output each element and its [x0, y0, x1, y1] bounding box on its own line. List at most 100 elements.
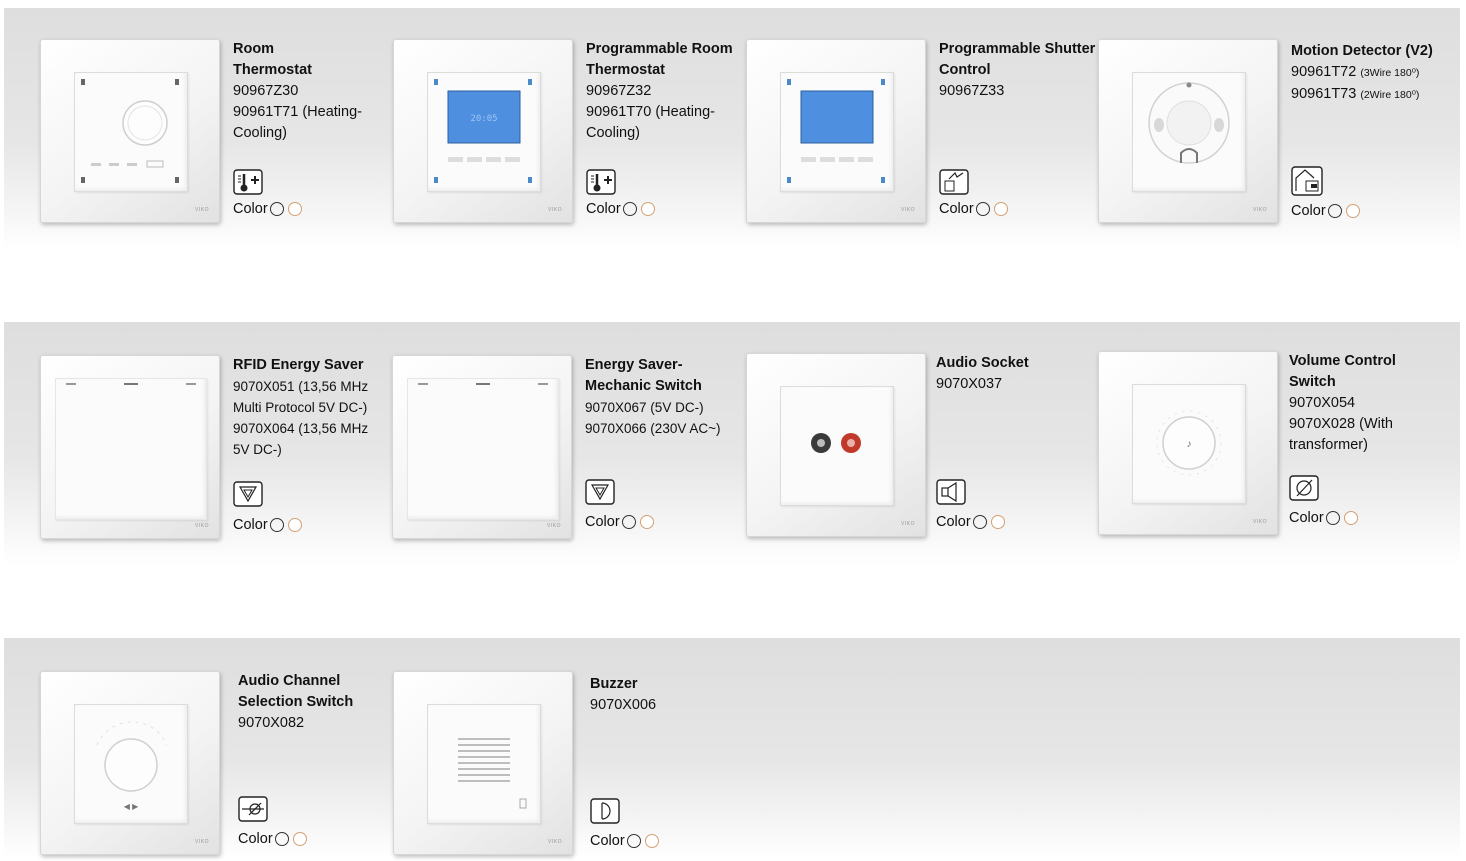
product-programmable-room-thermostat[interactable]: 20:05 VIKO Programmable Room Thermostat …	[393, 39, 743, 229]
buzzer-plate	[427, 704, 541, 824]
color-swatch-cream[interactable]	[990, 515, 1005, 529]
volume-control-icon	[1289, 475, 1319, 501]
product-energy-saver-mechanic-switch[interactable]: VIKO Energy Saver-Mechanic Switch 9070X0…	[392, 355, 742, 545]
color-options: Color	[233, 201, 302, 217]
color-label: Color	[590, 833, 625, 849]
brand-mark: VIKO	[547, 523, 561, 529]
product-image: VIKO	[40, 39, 220, 223]
color-swatch-white[interactable]	[269, 202, 284, 216]
brand-mark: VIKO	[548, 839, 562, 845]
product-audio-channel-selection-switch[interactable]: ◀ ▶ VIKO Audio Channel Selection Switch …	[40, 671, 390, 861]
color-swatch-cream[interactable]	[1343, 511, 1358, 525]
color-options: Color	[238, 831, 307, 847]
color-swatch-white[interactable]	[975, 202, 990, 216]
product-info: Room Thermostat 90967Z30 90961T71 (Heati…	[233, 39, 393, 144]
product-info: Volume Control Switch 9070X054 9070X028 …	[1289, 351, 1449, 456]
product-code-line: 90961T72 (3Wire 180⁰)	[1291, 62, 1461, 84]
color-swatch-white[interactable]	[622, 202, 637, 216]
volume-plate: ♪	[1132, 384, 1246, 504]
color-options: Color	[233, 517, 302, 533]
card-slot-icon	[585, 479, 615, 505]
color-swatch-white[interactable]	[274, 832, 289, 846]
product-title: Buzzer	[590, 676, 638, 692]
color-swatch-white[interactable]	[972, 515, 987, 529]
thermometer-plus-icon	[586, 169, 616, 195]
product-code: 9070X037	[936, 376, 1003, 392]
product-info: Programmable Room Thermostat 90967Z32 90…	[586, 39, 746, 144]
product-title: Motion Detector (V2)	[1291, 43, 1433, 59]
product-programmable-shutter-control[interactable]: VIKO Programmable Shutter Control 90967Z…	[746, 39, 1096, 229]
color-swatch-cream[interactable]	[287, 202, 302, 216]
brand-mark: VIKO	[195, 839, 209, 845]
brand-mark: VIKO	[1253, 519, 1267, 525]
thermostat-plate	[74, 72, 188, 192]
channel-plate: ◀ ▶	[74, 704, 188, 824]
product-info: Motion Detector (V2) 90961T72 (3Wire 180…	[1291, 41, 1461, 106]
color-swatch-cream[interactable]	[287, 518, 302, 532]
brand-mark: VIKO	[901, 521, 915, 527]
product-info: Audio Channel Selection Switch 9070X082	[238, 671, 398, 734]
color-swatch-white[interactable]	[626, 834, 641, 848]
speaker-icon	[936, 479, 966, 505]
color-swatch-white[interactable]	[1325, 511, 1340, 525]
color-swatch-cream[interactable]	[640, 202, 655, 216]
product-buzzer[interactable]: VIKO Buzzer 9070X006 Color	[393, 671, 743, 861]
product-image: VIKO	[40, 355, 220, 539]
card-slot-plate	[55, 378, 207, 520]
product-image: ♪ VIKO	[1098, 351, 1278, 535]
product-image: ◀ ▶ VIKO	[40, 671, 220, 855]
lcd-screen-icon: 20:05	[434, 79, 532, 183]
color-swatch-cream[interactable]	[1345, 204, 1360, 218]
product-image: VIKO	[746, 39, 926, 223]
product-audio-socket[interactable]: VIKO Audio Socket 9070X037 Color	[746, 353, 1096, 543]
svg-text:♪: ♪	[1187, 439, 1192, 450]
color-options: Color	[590, 833, 659, 849]
color-swatch-cream[interactable]	[292, 832, 307, 846]
color-label: Color	[1289, 510, 1324, 526]
product-volume-control-switch[interactable]: ♪ VIKO Volume Control Switch 9070X054 90…	[1098, 351, 1448, 541]
product-info: Buzzer 9070X006	[590, 674, 750, 716]
color-options: Color	[586, 201, 655, 217]
color-swatch-cream[interactable]	[639, 515, 654, 529]
brand-mark: VIKO	[548, 207, 562, 213]
product-rfid-energy-saver[interactable]: VIKO RFID Energy Saver 9070X051 (13,56 M…	[40, 355, 390, 545]
product-motion-detector[interactable]: VIKO Motion Detector (V2) 90961T72 (3Wir…	[1098, 39, 1448, 229]
shutter-control-icon	[939, 169, 969, 195]
thermometer-plus-icon	[233, 169, 263, 195]
product-code-note: (3Wire 180⁰)	[1360, 67, 1420, 79]
product-title: Programmable Room Thermostat	[586, 41, 733, 78]
product-title: Energy Saver-Mechanic Switch	[585, 357, 702, 394]
product-info: RFID Energy Saver 9070X051 (13,56 MHz Mu…	[233, 355, 383, 460]
color-swatch-white[interactable]	[621, 515, 636, 529]
color-swatch-cream[interactable]	[993, 202, 1008, 216]
color-swatch-white[interactable]	[1327, 204, 1342, 218]
product-code: 90961T72	[1291, 64, 1357, 80]
product-code: 9070X082	[238, 715, 305, 731]
color-options: Color	[585, 514, 654, 530]
color-swatch-white[interactable]	[269, 518, 284, 532]
product-code-note: (2Wire 180⁰)	[1360, 89, 1420, 101]
color-swatch-cream[interactable]	[644, 834, 659, 848]
product-title: Audio Channel Selection Switch	[238, 673, 354, 710]
product-info: Energy Saver-Mechanic Switch 9070X067 (5…	[585, 355, 745, 439]
buzzer-icon	[590, 798, 620, 824]
product-info: Programmable Shutter Control 90967Z33	[939, 39, 1099, 102]
volume-knob-icon: ♪	[1156, 410, 1222, 476]
color-label: Color	[238, 831, 273, 847]
product-code: 9070X067 (5V DC-)	[585, 400, 704, 415]
shutter-plate	[780, 72, 894, 192]
brand-mark: VIKO	[1253, 207, 1267, 213]
product-image: VIKO	[392, 355, 572, 539]
product-code: 90961T71 (Heating-Cooling)	[233, 104, 362, 141]
color-options: Color	[1289, 510, 1358, 526]
buzzer-grille-icon	[458, 738, 527, 809]
motion-sensor-dome-icon	[1148, 82, 1230, 164]
product-title: Audio Socket	[936, 355, 1029, 371]
motion-detector-icon	[1291, 166, 1323, 196]
product-title: Programmable Shutter Control	[939, 41, 1096, 78]
color-label: Color	[233, 201, 268, 217]
product-room-thermostat[interactable]: VIKO Room Thermostat 90967Z30 90961T71 (…	[40, 39, 390, 229]
card-slot-icon	[233, 481, 263, 507]
svg-text:◀ ▶: ◀ ▶	[124, 802, 139, 811]
product-code-line: 90961T73 (2Wire 180⁰)	[1291, 84, 1461, 106]
